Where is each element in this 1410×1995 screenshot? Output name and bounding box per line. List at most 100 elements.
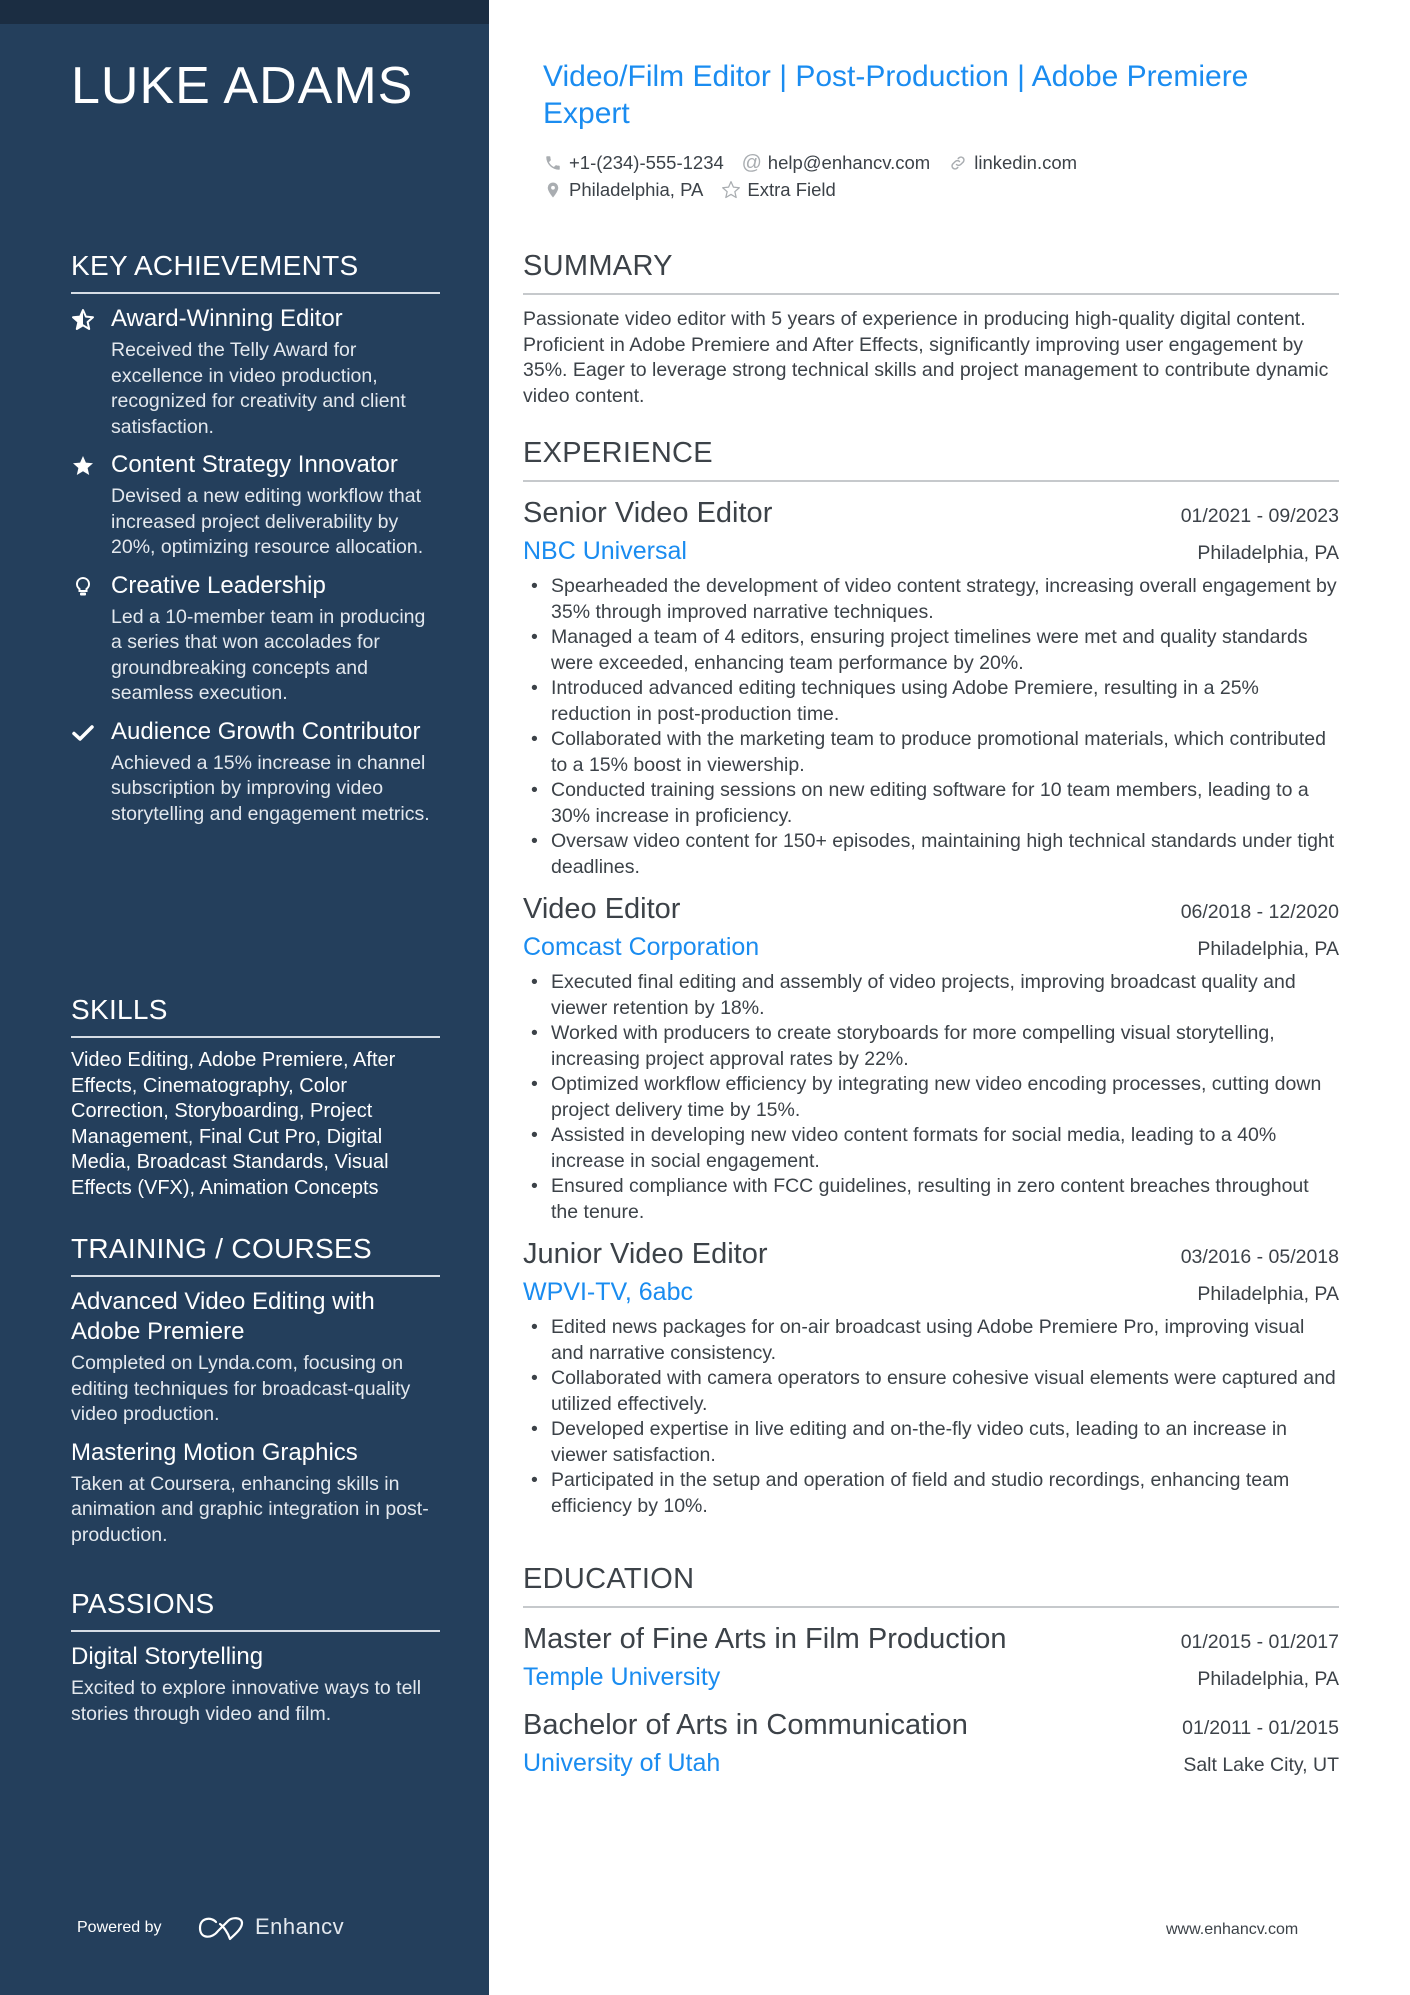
job-header-row: Junior Video Editor 03/2016 - 05/2018 — [523, 1235, 1339, 1273]
job-dates: 06/2018 - 12/2020 — [1180, 901, 1339, 923]
job-header-row: Video Editor 06/2018 - 12/2020 — [523, 890, 1339, 928]
experience-section: EXPERIENCE Senior Video Editor 01/2021 -… — [523, 437, 1339, 1529]
location-contact: Philadelphia, PA — [543, 179, 703, 201]
education-header-row: Bachelor of Arts in Communication 01/201… — [523, 1706, 1339, 1744]
job-title: Video Editor — [523, 893, 681, 925]
skills-heading: SKILLS — [71, 994, 440, 1038]
summary-text: Passionate video editor with 5 years of … — [523, 308, 1329, 407]
degree-name: Master of Fine Arts in Film Production — [523, 1623, 1007, 1655]
summary-heading: SUMMARY — [523, 250, 1339, 295]
education-school-row: University of Utah Salt Lake City, UT — [523, 1744, 1339, 1782]
course-item: Mastering Motion Graphics Taken at Cours… — [71, 1438, 440, 1549]
lightbulb-icon — [71, 575, 95, 599]
course-title: Advanced Video Editing with Adobe Premie… — [71, 1288, 375, 1345]
star-half-icon — [71, 308, 95, 332]
education-dates: 01/2015 - 01/2017 — [1180, 1631, 1339, 1653]
linkedin-link: linkedin.com — [974, 151, 1078, 173]
school-name: Temple University — [523, 1663, 721, 1691]
summary-section: SUMMARY Passionate video editor with 5 y… — [523, 250, 1339, 409]
passion-title: Digital Storytelling — [71, 1643, 264, 1670]
achievement-description: Achieved a 15% increase in channel subsc… — [111, 751, 430, 825]
education-heading: EDUCATION — [523, 1563, 1339, 1608]
training-heading: TRAINING / COURSES — [71, 1233, 440, 1277]
company-name: Comcast Corporation — [523, 933, 760, 961]
job-dates: 01/2021 - 09/2023 — [1180, 505, 1339, 527]
enhancv-logo-icon — [196, 1915, 246, 1941]
job-entry: Video Editor 06/2018 - 12/2020 Comcast C… — [523, 890, 1339, 1225]
job-dates: 03/2016 - 05/2018 — [1180, 1246, 1339, 1268]
key-achievements-heading: KEY ACHIEVEMENTS — [71, 250, 440, 294]
sidebar: LUKE ADAMS KEY ACHIEVEMENTS Award-Winnin… — [0, 0, 489, 1995]
skills-section: SKILLS Video Editing, Adobe Premiere, Af… — [71, 994, 440, 1201]
email-contact[interactable]: @ help@enhancv.com — [741, 151, 931, 174]
link-icon — [948, 153, 968, 173]
job-header-row: Senior Video Editor 01/2021 - 09/2023 — [523, 494, 1339, 532]
passions-heading: PASSIONS — [71, 1588, 440, 1632]
job-bullet: Introduced advanced editing techniques u… — [523, 676, 1339, 727]
job-location: Philadelphia, PA — [1197, 1283, 1339, 1305]
job-title: Senior Video Editor — [523, 497, 773, 529]
phone-icon — [543, 153, 563, 173]
location-text: Philadelphia, PA — [569, 178, 704, 200]
experience-heading: EXPERIENCE — [523, 437, 1339, 482]
job-entry: Junior Video Editor 03/2016 - 05/2018 WP… — [523, 1235, 1339, 1519]
at-icon: @ — [741, 151, 762, 174]
job-bullet: Collaborated with camera operators to en… — [523, 1366, 1339, 1417]
extra-field-text: Extra Field — [747, 178, 836, 200]
company-name: NBC Universal — [523, 537, 687, 565]
checkmark-icon — [71, 721, 95, 745]
education-location: Philadelphia, PA — [1197, 1668, 1339, 1690]
job-entry: Senior Video Editor 01/2021 - 09/2023 NB… — [523, 494, 1339, 880]
achievement-item: Award-Winning Editor Received the Telly … — [71, 304, 440, 440]
education-entry: Bachelor of Arts in Communication 01/201… — [523, 1706, 1339, 1782]
powered-by-label: Powered by — [77, 1919, 162, 1936]
education-school-row: Temple University Philadelphia, PA — [523, 1658, 1339, 1696]
job-bullet: Developed expertise in live editing and … — [523, 1417, 1339, 1468]
key-achievements-section: KEY ACHIEVEMENTS Award-Winning Editor Re… — [71, 250, 440, 837]
company-name: WPVI-TV, 6abc — [523, 1278, 693, 1306]
passion-item: Digital Storytelling Excited to explore … — [71, 1642, 440, 1727]
job-bullets: Executed final editing and assembly of v… — [523, 970, 1339, 1225]
sidebar-top-strip — [0, 0, 489, 24]
job-company-row: WPVI-TV, 6abc Philadelphia, PA — [523, 1273, 1339, 1311]
course-description: Taken at Coursera, enhancing skills in a… — [71, 1472, 429, 1546]
job-company-row: NBC Universal Philadelphia, PA — [523, 532, 1339, 570]
phone-contact[interactable]: +1-(234)-555-1234 — [543, 152, 724, 174]
achievement-title: Creative Leadership — [111, 571, 326, 599]
training-section: TRAINING / COURSES Advanced Video Editin… — [71, 1233, 440, 1558]
school-name: University of Utah — [523, 1749, 721, 1777]
job-bullet: Oversaw video content for 150+ episodes,… — [523, 829, 1339, 880]
star-icon — [71, 454, 95, 478]
course-title: Mastering Motion Graphics — [71, 1438, 358, 1466]
phone-number: +1-(234)-555-1234 — [569, 151, 724, 173]
job-bullet: Assisted in developing new video content… — [523, 1123, 1339, 1174]
job-bullets: Edited news packages for on-air broadcas… — [523, 1315, 1339, 1519]
candidate-name: LUKE ADAMS — [71, 57, 414, 115]
email-address: help@enhancv.com — [767, 151, 931, 173]
achievement-title: Content Strategy Innovator — [111, 451, 398, 478]
job-bullet: Optimized workflow efficiency by integra… — [523, 1072, 1339, 1123]
footer-website-link[interactable]: www.enhancv.com — [1166, 1921, 1298, 1939]
education-entry: Master of Fine Arts in Film Production 0… — [523, 1620, 1339, 1696]
job-location: Philadelphia, PA — [1197, 542, 1339, 564]
job-bullet: Managed a team of 4 editors, ensuring pr… — [523, 625, 1339, 676]
job-bullet: Worked with producers to create storyboa… — [523, 1021, 1339, 1072]
skills-list: Video Editing, Adobe Premiere, After Eff… — [71, 1049, 396, 1199]
job-location: Philadelphia, PA — [1197, 938, 1339, 960]
education-header-row: Master of Fine Arts in Film Production 0… — [523, 1620, 1339, 1658]
contact-row: Philadelphia, PA Extra Field — [543, 176, 1323, 203]
job-bullet: Ensured compliance with FCC guidelines, … — [523, 1174, 1339, 1225]
extra-contact: Extra Field — [721, 178, 836, 201]
job-bullet: Edited news packages for on-air broadcas… — [523, 1315, 1339, 1366]
education-location: Salt Lake City, UT — [1183, 1754, 1339, 1776]
job-company-row: Comcast Corporation Philadelphia, PA — [523, 928, 1339, 966]
job-bullets: Spearheaded the development of video con… — [523, 574, 1339, 880]
achievement-item: Creative Leadership Led a 10-member team… — [71, 571, 440, 707]
degree-name: Bachelor of Arts in Communication — [523, 1709, 968, 1741]
link-contact[interactable]: linkedin.com — [948, 152, 1077, 174]
job-bullet: Spearheaded the development of video con… — [523, 574, 1339, 625]
education-dates: 01/2011 - 01/2015 — [1182, 1717, 1339, 1739]
achievement-description: Devised a new editing workflow that incr… — [111, 485, 424, 558]
headline: Video/Film Editor | Post-Production | Ad… — [543, 60, 1249, 130]
achievement-item: Content Strategy Innovator Devised a new… — [71, 450, 440, 561]
